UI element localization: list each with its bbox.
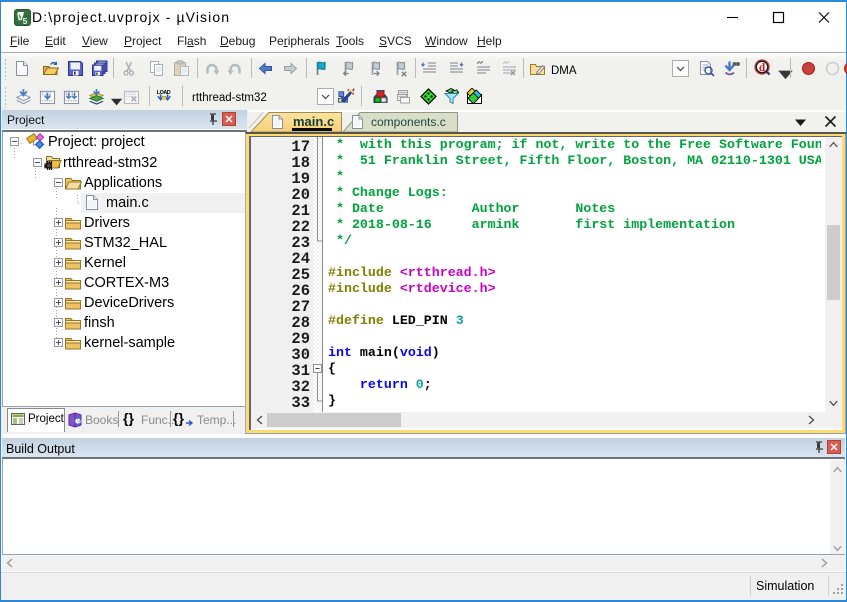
svg-text:d: d [759,62,766,74]
svg-text:LOAD: LOAD [157,90,171,96]
svg-text:?: ? [77,417,82,426]
svg-text:5: 5 [23,16,28,26]
